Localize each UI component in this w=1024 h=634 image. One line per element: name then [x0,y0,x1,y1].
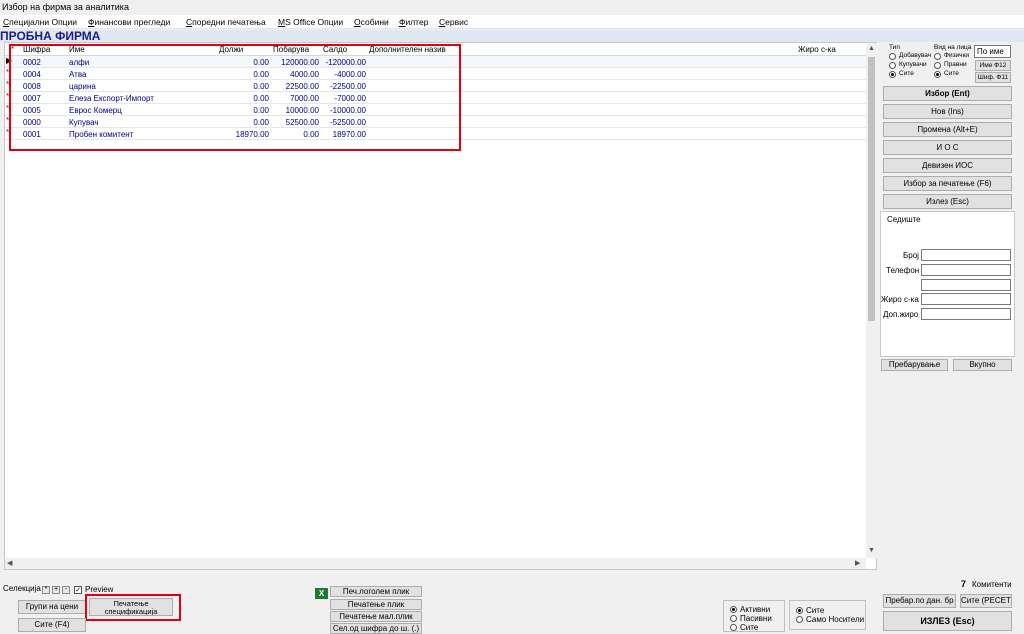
status-radio-all[interactable] [730,624,737,631]
person-radio-physical[interactable] [934,53,941,60]
print-small-envelope-button[interactable]: Печатење мал.плик [330,611,422,622]
person-option-legal: Правни [944,61,967,68]
scroll-right-icon[interactable]: ▶ [855,559,860,567]
type-radio-supplier[interactable] [889,53,896,60]
extra-field[interactable] [921,279,1011,291]
menu-ms-office[interactable]: MS Office Опции [278,17,343,27]
menu-financial-reviews[interactable]: Финансови прегледи [88,17,170,27]
status-option-passive: Пасивни [740,614,772,623]
selection-remove-button[interactable]: - [62,586,70,594]
person-type-label: Вид на лица [934,44,972,51]
type-radio-buyer[interactable] [889,62,896,69]
header-account[interactable]: Жиро с-ка [798,45,836,54]
foreign-ios-button[interactable]: Девизен ИОС [883,158,1012,173]
print-envelope-button[interactable]: Печатење плик [330,599,422,610]
select-code-range-button[interactable]: Сел.од шифра до ш. (.) [330,623,422,634]
new-button[interactable]: Нов (Ins) [883,104,1012,119]
number-label: Број [903,251,919,260]
menu-properties[interactable]: Особини [354,17,389,27]
total-button[interactable]: Вкупно [953,359,1012,371]
select-button[interactable]: Избор (Ent) [883,86,1012,101]
status-radio-active[interactable] [730,606,737,613]
code-f11-button[interactable]: Шиф. Ф11 [975,72,1011,83]
clients-count-label: Комитенти [972,580,1012,589]
menu-filter[interactable]: Филтер [399,17,428,27]
exit-button[interactable]: Излез (Esc) [883,194,1012,209]
preview-label: Preview [85,585,114,594]
search-by-tax-number-button[interactable]: Пребар.по дан. бр [883,594,956,608]
person-radio-all[interactable] [934,71,941,78]
person-option-physical: Физички [944,52,970,59]
type-option-buyer: Купувачи [899,61,927,68]
firm-bar [0,30,1024,42]
all-f4-button[interactable]: Сите (F4) [18,618,86,632]
scroll-left-icon[interactable]: ◀ [7,559,12,567]
window-title: Избор на фирма за аналитика [2,2,129,12]
phone-field[interactable] [921,264,1011,276]
right-panel: Тип Добавувач Купувачи Сите Вид на лица … [879,42,1016,570]
carrier-option-all: Сите [806,606,825,615]
person-radio-legal[interactable] [934,62,941,69]
extra-account-field[interactable] [921,308,1011,320]
clients-grid[interactable]: * Шифра Име Должи Побарува Салдо Дополни… [4,42,877,570]
search-button[interactable]: Пребарување [881,359,948,371]
horizontal-scrollbar[interactable]: ◀ ▶ [5,558,866,569]
status-option-active: Активни [740,605,771,614]
highlight-box-spec [85,594,181,621]
sort-by-name-field[interactable]: По име [974,45,1011,58]
edit-button[interactable]: Промена (Alt+E) [883,122,1012,137]
seat-label: Седиште [887,215,921,224]
type-option-supplier: Добавувач [899,52,932,59]
menu-side-prints[interactable]: Споредни печатења [186,17,266,27]
carrier-option-carriers-only: Само Носители [806,615,865,624]
account-field[interactable] [921,293,1011,305]
carrier-radio-carriers-only[interactable] [796,616,803,623]
menu-service[interactable]: Сервис [439,17,468,27]
status-option-all: Сите [740,623,759,632]
phone-label: Телефон [886,266,920,275]
status-radio-passive[interactable] [730,615,737,622]
scroll-up-icon[interactable]: ▲ [868,45,875,52]
scroll-down-icon[interactable]: ▼ [868,547,875,554]
excel-icon[interactable]: X [315,588,328,599]
bottom-bar: Селекција * + - ✓ Preview Групи на цени … [0,570,1024,634]
price-groups-button[interactable]: Групи на цени [18,600,86,614]
selection-label: Селекција [3,584,41,593]
number-field[interactable] [921,249,1011,261]
print-selection-button[interactable]: Избор за печатење (F6) [883,176,1012,191]
account-label: Жиро с-ка [881,295,919,304]
clients-count: 7 [961,579,967,589]
vertical-scrollbar[interactable]: ▲ ▼ [866,43,877,558]
name-f12-button[interactable]: Име Ф12 [975,60,1011,71]
ios-button[interactable]: И О С [883,140,1012,155]
print-large-envelope-button[interactable]: Печ.логолем плик [330,586,422,597]
menu-bar: Специјални Опции Финансови прегледи Спор… [0,15,1024,29]
firm-name: ПРОБНА ФИРМА [0,29,101,43]
selection-add-button[interactable]: + [52,586,60,594]
menu-special-options[interactable]: Специјални Опции [3,17,77,27]
exit-big-button[interactable]: ИЗЛЕЗ (Esc) [883,611,1012,631]
carrier-radio-all[interactable] [796,607,803,614]
type-radio-all[interactable] [889,71,896,78]
type-label: Тип [889,44,900,51]
selection-all-button[interactable]: * [42,586,50,594]
person-option-all: Сите [944,70,959,77]
scroll-thumb[interactable] [868,57,875,321]
extra-account-label: Доп.жиро [883,310,919,319]
type-option-all: Сите [899,70,914,77]
preview-checkbox[interactable]: ✓ [74,586,82,594]
reset-all-button[interactable]: Сите (РЕСЕТ) [960,594,1012,608]
highlight-box [9,44,461,151]
